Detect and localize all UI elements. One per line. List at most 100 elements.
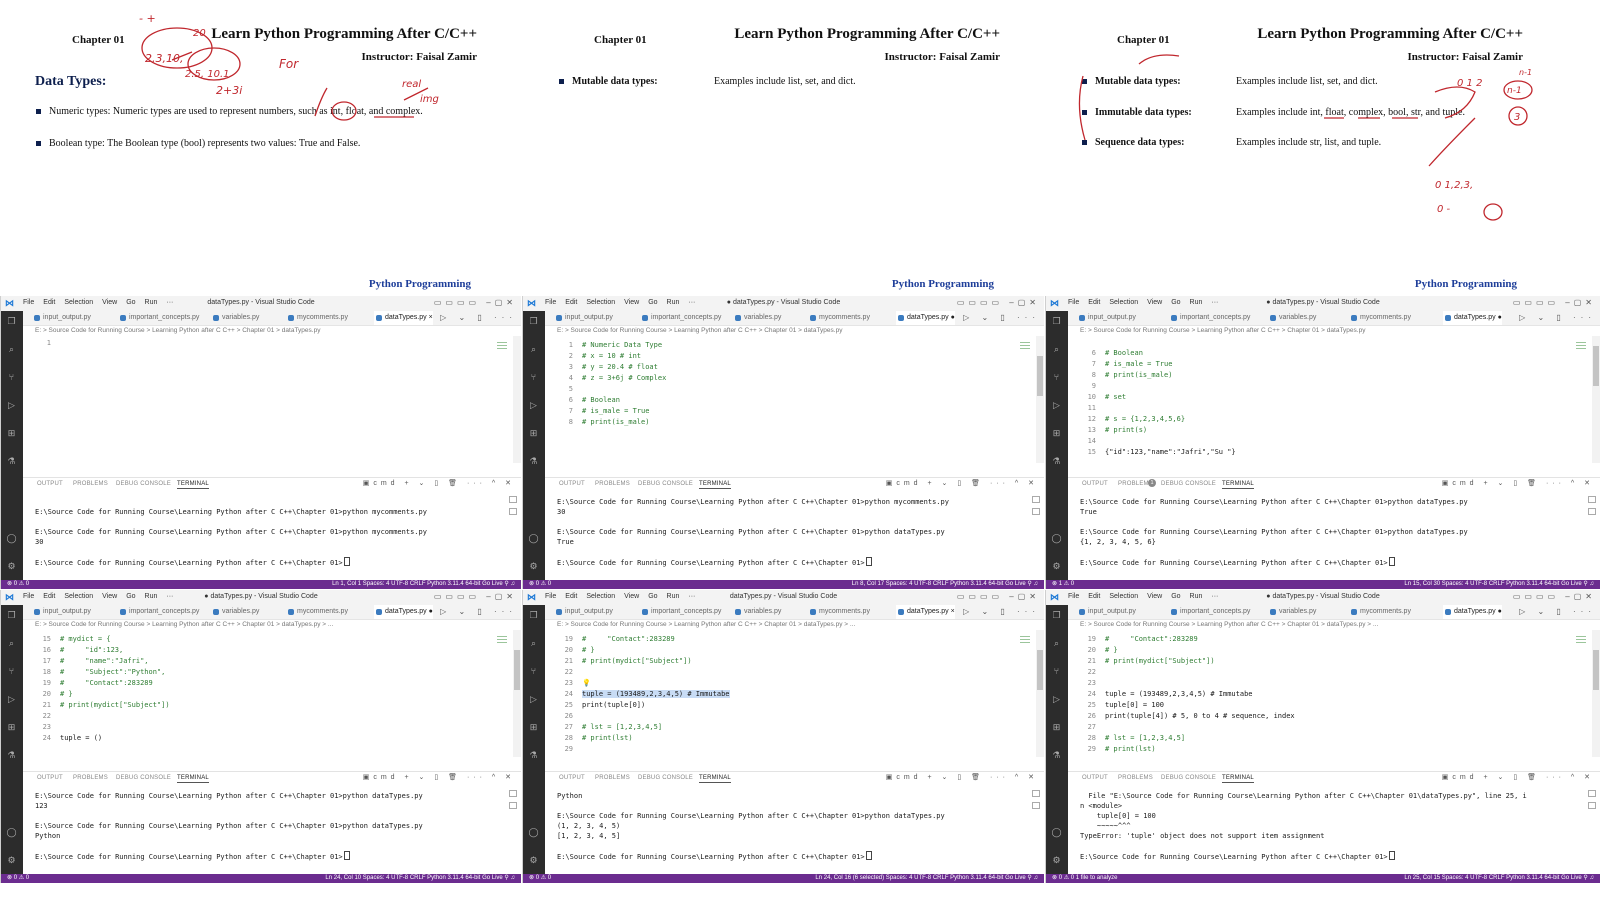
code-line[interactable]: 21 # print(mydict["Subject"]) xyxy=(23,700,170,711)
panel-tab[interactable]: TERMINAL xyxy=(1222,481,1254,489)
code-editor[interactable]: 15 # mydict = {16 # "id":123, 17 # "name":"J… xyxy=(23,630,513,757)
search-icon[interactable]: ⌕ xyxy=(528,638,539,649)
breadcrumb[interactable]: E: > Source Code for Running Course > Le… xyxy=(1080,621,1590,628)
code-line[interactable]: 21 # print(mydict["Subject"]) xyxy=(1068,656,1215,667)
terminal-list[interactable] xyxy=(1588,496,1596,520)
window-controls[interactable]: ▭▭▭▭ –▢✕ xyxy=(434,298,517,307)
code-line[interactable]: 25 tuple[0] = 100 xyxy=(1068,700,1164,711)
account-icon[interactable]: ◯ xyxy=(1051,533,1062,544)
gear-icon[interactable]: ⚙ xyxy=(528,561,539,572)
tab-file[interactable]: dataTypes.py ● xyxy=(1443,311,1502,325)
tab-file[interactable]: dataTypes.py ● xyxy=(374,605,433,619)
tab-file[interactable]: input_output.py xyxy=(1077,311,1136,325)
tab-file[interactable]: mycomments.py xyxy=(1349,311,1411,325)
code-line[interactable]: 15 {"id":123,"name":"Jafri","Su "} xyxy=(1068,447,1236,458)
code-line[interactable]: 1 xyxy=(23,338,60,349)
code-line[interactable]: 22 xyxy=(1068,667,1105,678)
files-icon[interactable]: ❐ xyxy=(528,316,539,327)
panel-tab[interactable]: TERMINAL xyxy=(699,481,731,489)
gear-icon[interactable]: ⚙ xyxy=(6,561,17,572)
terminal-list[interactable] xyxy=(509,790,517,814)
panel-controls[interactable]: ▣cmd + ⌄ ▯ 🗑 ··· ^ ✕ xyxy=(886,479,1038,487)
status-problems[interactable]: ⊗ 0 ⚠ 0 xyxy=(7,874,29,883)
code-line[interactable]: 12 # s = {1,2,3,4,5,6} xyxy=(1068,414,1186,425)
tab-file[interactable]: variables.py xyxy=(211,605,259,619)
extensions-icon[interactable]: ⊞ xyxy=(6,428,17,439)
code-line[interactable]: 29 xyxy=(545,744,582,755)
tab-file[interactable]: mycomments.py xyxy=(808,311,870,325)
terminal-output[interactable]: File "E:\Source Code for Running Course\… xyxy=(1068,785,1588,873)
tab-close-icon[interactable]: ● xyxy=(1498,608,1502,615)
code-line[interactable]: 25 print(tuple[0]) xyxy=(545,700,646,711)
minimap[interactable] xyxy=(497,342,507,352)
code-editor[interactable]: 1 # Numeric Data Type 2 # x = 10 # int 3 # y … xyxy=(545,336,1036,463)
tab-close-icon[interactable]: ● xyxy=(951,314,955,321)
run-debug-icon[interactable]: ▷ xyxy=(6,400,17,411)
code-line[interactable]: 24 tuple = () xyxy=(23,733,103,744)
search-icon[interactable]: ⌕ xyxy=(1051,638,1062,649)
testing-icon[interactable]: ⚗ xyxy=(1051,456,1062,467)
editor-actions[interactable]: ▷ ⌄ ▯ ··· xyxy=(963,311,1040,325)
minimap[interactable] xyxy=(1020,342,1030,352)
account-icon[interactable]: ◯ xyxy=(6,533,17,544)
editor-actions[interactable]: ▷ ⌄ ▯ ··· xyxy=(963,605,1040,619)
terminal-output[interactable]: E:\Source Code for Running Course\Learni… xyxy=(1068,491,1588,579)
run-debug-icon[interactable]: ▷ xyxy=(528,400,539,411)
code-line[interactable]: 22 xyxy=(23,711,60,722)
tab-file[interactable]: important_concepts.py xyxy=(640,311,721,325)
tab-file[interactable]: dataTypes.py × xyxy=(896,605,955,619)
tab-file[interactable]: input_output.py xyxy=(32,605,91,619)
tab-close-icon[interactable]: ● xyxy=(429,608,433,615)
code-line[interactable]: 1 # Numeric Data Type xyxy=(545,340,662,351)
code-line[interactable]: 6 # Boolean xyxy=(545,395,620,406)
status-problems[interactable]: ⊗ 0 ⚠ 0 1 file to analyze xyxy=(1052,874,1117,883)
editor-scrollbar[interactable] xyxy=(1592,630,1600,757)
code-line[interactable]: 6 # Boolean xyxy=(1068,348,1143,359)
panel-tab[interactable]: OUTPUT xyxy=(559,481,585,487)
gear-icon[interactable]: ⚙ xyxy=(528,855,539,866)
tab-file[interactable]: important_concepts.py xyxy=(118,605,199,619)
code-line[interactable]: 26 xyxy=(545,711,582,722)
source-control-icon[interactable]: ⑂ xyxy=(528,666,539,677)
panel-tab[interactable]: DEBUG CONSOLE xyxy=(1161,775,1216,781)
tab-file[interactable]: important_concepts.py xyxy=(118,311,199,325)
editor-actions[interactable]: ▷ ⌄ ▯ ··· xyxy=(1519,605,1596,619)
testing-icon[interactable]: ⚗ xyxy=(528,750,539,761)
extensions-icon[interactable]: ⊞ xyxy=(1051,428,1062,439)
status-problems[interactable]: ⊗ 1 ⚠ 0 xyxy=(1052,580,1074,589)
status-problems[interactable]: ⊗ 0 ⚠ 0 xyxy=(529,874,551,883)
tab-file[interactable]: mycomments.py xyxy=(286,311,348,325)
code-line[interactable]: 8 # print(is_male) xyxy=(1068,370,1173,381)
terminal-output[interactable]: E:\Source Code for Running Course\Learni… xyxy=(545,491,1032,579)
source-control-icon[interactable]: ⑂ xyxy=(6,372,17,383)
panel-tab[interactable]: PROBLEMS xyxy=(595,775,630,781)
tab-file[interactable]: variables.py xyxy=(733,605,781,619)
code-line[interactable]: 28 # lst = [1,2,3,4,5] xyxy=(1068,733,1186,744)
tab-file[interactable]: dataTypes.py ● xyxy=(896,311,955,325)
status-info[interactable]: Ln 24, Col 10 Spaces: 4 UTF-8 CRLF Pytho… xyxy=(325,874,515,883)
source-control-icon[interactable]: ⑂ xyxy=(6,666,17,677)
code-line[interactable]: 13 # print(s) xyxy=(1068,425,1148,436)
testing-icon[interactable]: ⚗ xyxy=(528,456,539,467)
account-icon[interactable]: ◯ xyxy=(6,827,17,838)
extensions-icon[interactable]: ⊞ xyxy=(528,428,539,439)
panel-tab[interactable]: PROBLEMS xyxy=(1118,775,1153,781)
files-icon[interactable]: ❐ xyxy=(1051,316,1062,327)
panel-tab[interactable]: DEBUG CONSOLE xyxy=(1161,481,1216,487)
code-line[interactable]: 4 # z = 3+6j # Complex xyxy=(545,373,667,384)
panel-tab[interactable]: OUTPUT xyxy=(559,775,585,781)
breadcrumb[interactable]: E: > Source Code for Running Course > Le… xyxy=(1080,327,1590,334)
tab-file[interactable]: input_output.py xyxy=(1077,605,1136,619)
run-debug-icon[interactable]: ▷ xyxy=(1051,400,1062,411)
editor-scrollbar[interactable] xyxy=(1036,630,1044,757)
tab-file[interactable]: input_output.py xyxy=(554,311,613,325)
code-line[interactable]: 16 # "id":123, xyxy=(23,645,124,656)
status-info[interactable]: Ln 1, Col 1 Spaces: 4 UTF-8 CRLF Python … xyxy=(332,580,515,589)
extensions-icon[interactable]: ⊞ xyxy=(6,722,17,733)
code-line[interactable]: 14 xyxy=(1068,436,1105,447)
code-line[interactable]: 21 # print(mydict["Subject"]) xyxy=(545,656,692,667)
code-line[interactable]: 19 # "Contact":283289 xyxy=(1068,634,1198,645)
status-info[interactable]: Ln 15, Col 30 Spaces: 4 UTF-8 CRLF Pytho… xyxy=(1404,580,1594,589)
code-line[interactable]: 29 # print(lst) xyxy=(1068,744,1156,755)
status-info[interactable]: Ln 24, Col 16 (6 selected) Spaces: 4 UTF… xyxy=(815,874,1038,883)
